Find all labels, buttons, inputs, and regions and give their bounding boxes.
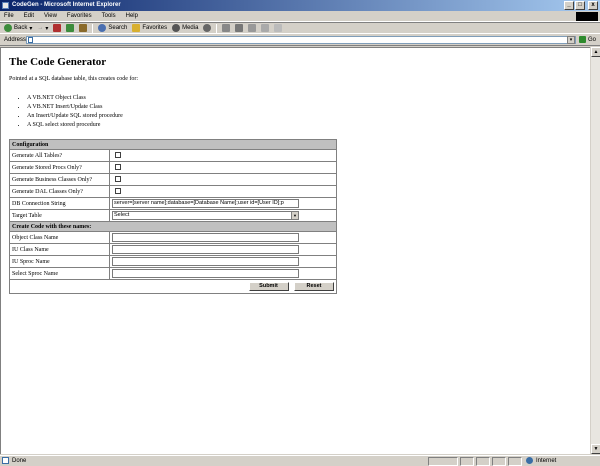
object-class-input[interactable] xyxy=(112,233,299,242)
reset-button[interactable]: Reset xyxy=(294,282,334,291)
iu-class-label: IU Class Name xyxy=(9,243,110,256)
close-button[interactable]: x xyxy=(588,1,598,10)
chevron-down-icon[interactable]: ▼ xyxy=(291,212,298,219)
configuration-table: Configuration Generate All Tables? Gener… xyxy=(9,139,337,294)
menu-bar: File Edit View Favorites Tools Help xyxy=(0,11,600,22)
select-sproc-input[interactable] xyxy=(112,269,299,278)
gen-all-label: Generate All Tables? xyxy=(9,149,110,162)
target-table-value: Select xyxy=(114,212,130,218)
home-icon[interactable] xyxy=(79,24,88,32)
db-connection-input[interactable]: server=[server name];database=[Database … xyxy=(112,199,299,208)
gen-procs-label: Generate Stored Procs Only? xyxy=(9,161,110,174)
page-content: The Code Generator Pointed at a SQL data… xyxy=(0,47,590,454)
submit-button[interactable]: Submit xyxy=(248,282,289,291)
address-label: Address xyxy=(4,36,27,43)
status-text: Done xyxy=(12,457,27,464)
names-header: Create Code with these names: xyxy=(9,221,337,232)
status-panel xyxy=(460,457,474,466)
forward-arrow-icon: → xyxy=(37,25,44,31)
address-dropdown-icon[interactable]: ▾ xyxy=(567,36,575,44)
gen-business-label: Generate Business Classes Only? xyxy=(9,173,110,186)
edit-icon[interactable] xyxy=(248,24,257,32)
windows-logo-icon xyxy=(576,12,598,21)
menu-file[interactable]: File xyxy=(4,13,14,19)
gen-dal-label: Generate DAL Classes Only? xyxy=(9,185,110,198)
status-left: Done xyxy=(2,457,26,464)
page-title: The Code Generator xyxy=(9,56,107,68)
menu-favorites[interactable]: Favorites xyxy=(67,13,92,19)
list-item: An Insert/Update SQL stored procedure xyxy=(27,112,123,121)
media-button[interactable]: Media xyxy=(172,24,198,32)
vertical-scrollbar[interactable]: ▲ ▼ xyxy=(590,47,600,454)
status-panel xyxy=(476,457,490,466)
gen-business-checkbox[interactable] xyxy=(115,175,121,182)
forward-button[interactable]: → ▾ xyxy=(37,25,48,32)
stop-icon[interactable] xyxy=(53,24,62,32)
address-input[interactable]: ▾ xyxy=(26,36,576,44)
target-table-label: Target Table xyxy=(9,209,110,222)
page-done-icon xyxy=(2,457,9,464)
gen-all-checkbox[interactable] xyxy=(115,151,121,158)
toolbar-separator xyxy=(92,23,94,33)
scroll-up-icon[interactable]: ▲ xyxy=(591,47,600,57)
scroll-down-icon[interactable]: ▼ xyxy=(591,444,600,454)
favorites-icon xyxy=(132,24,141,32)
gen-dal-checkbox[interactable] xyxy=(115,187,121,194)
back-arrow-icon xyxy=(4,24,12,32)
menu-edit[interactable]: Edit xyxy=(24,13,34,19)
mail-icon[interactable] xyxy=(222,24,231,32)
feature-list: A VB.NET Object Class A VB.NET Insert/Up… xyxy=(27,94,123,130)
security-zone: Internet xyxy=(526,457,556,464)
print-icon[interactable] xyxy=(235,24,244,32)
iu-sproc-input[interactable] xyxy=(112,257,299,266)
standard-toolbar: Back ▾ → ▾ Search Favorites Media xyxy=(0,22,600,34)
window-title: CodeGen - Microsoft Internet Explorer xyxy=(12,2,121,8)
iu-class-input[interactable] xyxy=(112,245,299,254)
back-button[interactable]: Back ▾ xyxy=(4,24,32,32)
messenger-icon[interactable] xyxy=(274,24,283,32)
title-bar: CodeGen - Microsoft Internet Explorer _ … xyxy=(0,0,600,11)
object-class-label: Object Class Name xyxy=(9,231,110,244)
maximize-button[interactable]: □ xyxy=(575,1,585,10)
gen-procs-checkbox[interactable] xyxy=(115,163,121,170)
target-table-select[interactable]: Select ▼ xyxy=(112,211,299,220)
go-arrow-icon xyxy=(578,36,586,43)
history-icon[interactable] xyxy=(203,24,212,32)
search-button[interactable]: Search xyxy=(98,24,127,32)
zone-text: Internet xyxy=(536,457,557,464)
configuration-header: Configuration xyxy=(9,139,337,150)
chevron-down-icon[interactable]: ▾ xyxy=(29,25,32,32)
ie-app-icon xyxy=(2,2,9,9)
discuss-icon[interactable] xyxy=(261,24,270,32)
list-item: A SQL select stored procedure xyxy=(27,121,123,130)
menu-view[interactable]: View xyxy=(44,13,57,19)
intro-text: Pointed at a SQL database table, this cr… xyxy=(9,76,139,82)
db-connection-label: DB Connection String xyxy=(9,197,110,210)
status-panel xyxy=(428,457,458,466)
address-bar: Address ▾ Go xyxy=(0,34,600,46)
status-panel xyxy=(508,457,522,466)
iu-sproc-label: IU Sproc Name xyxy=(9,255,110,268)
menu-help[interactable]: Help xyxy=(126,13,138,19)
search-icon xyxy=(98,24,107,32)
status-panel xyxy=(492,457,506,466)
refresh-icon[interactable] xyxy=(66,24,75,32)
page-icon xyxy=(28,37,33,43)
list-item: A VB.NET Insert/Update Class xyxy=(27,103,123,112)
chevron-down-icon[interactable]: ▾ xyxy=(45,25,48,32)
minimize-button[interactable]: _ xyxy=(564,1,574,10)
internet-globe-icon xyxy=(526,457,533,464)
form-actions: Submit Reset xyxy=(9,279,337,294)
status-bar: Done Internet xyxy=(0,455,600,466)
media-icon xyxy=(172,24,181,32)
favorites-button[interactable]: Favorites xyxy=(132,24,167,32)
toolbar-separator xyxy=(216,23,218,33)
menu-tools[interactable]: Tools xyxy=(102,13,116,19)
go-button[interactable]: Go xyxy=(578,36,596,43)
list-item: A VB.NET Object Class xyxy=(27,94,123,103)
select-sproc-label: Select Sproc Name xyxy=(9,267,110,280)
